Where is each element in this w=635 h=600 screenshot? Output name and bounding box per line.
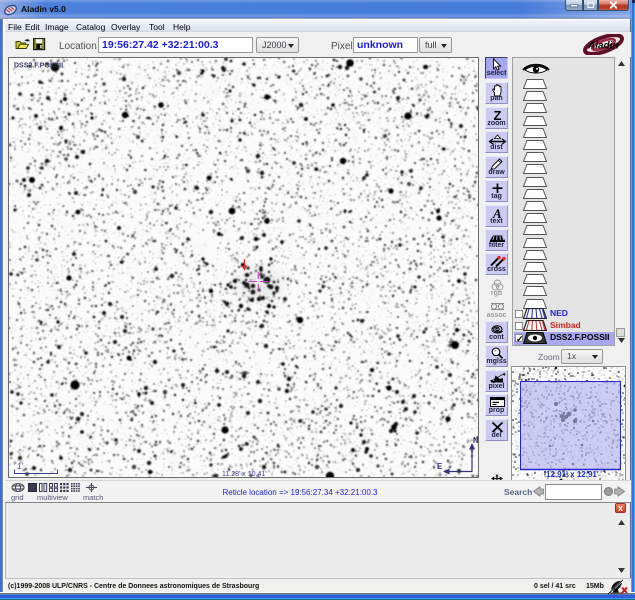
svg-text:11.28' x 10.41': 11.28' x 10.41' [222,471,267,477]
svg-text:12.91' x 12.91': 12.91' x 12.91' [546,470,599,479]
svg-text:DSS2.F.POSSII: DSS2.F.POSSII [14,63,63,70]
svg-text:1': 1' [17,462,23,471]
svg-text:N: N [473,436,478,445]
svg-text:E: E [437,462,443,471]
svg-text:Aladin: Aladin [587,41,619,52]
